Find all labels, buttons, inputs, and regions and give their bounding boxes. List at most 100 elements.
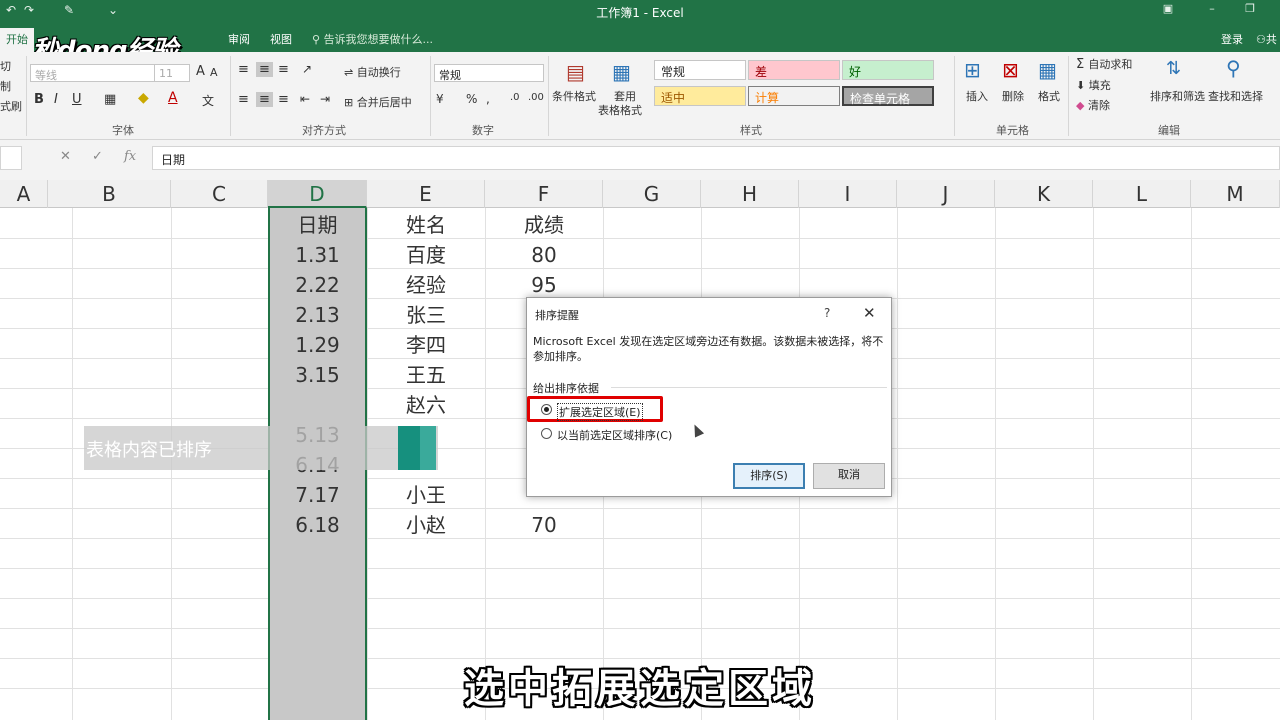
cell-date[interactable]: 6.18: [268, 510, 367, 540]
current-selection-radio[interactable]: [541, 428, 552, 439]
cell-date[interactable]: 7.17: [268, 480, 367, 510]
cell-name[interactable]: 赵六: [367, 390, 485, 420]
currency-icon[interactable]: ¥: [436, 92, 444, 106]
font-size-select[interactable]: 11: [154, 64, 190, 82]
align-center-icon[interactable]: ≡: [256, 92, 273, 107]
underline-icon[interactable]: U: [72, 92, 82, 107]
cut-label[interactable]: 切: [0, 58, 11, 74]
help-icon[interactable]: ?: [824, 306, 830, 320]
style-bad[interactable]: 差: [748, 60, 840, 80]
cell-date[interactable]: 1.31: [268, 240, 367, 270]
increase-decimal-icon[interactable]: .0: [510, 92, 520, 103]
comma-icon[interactable]: ,: [486, 92, 490, 106]
percent-icon[interactable]: %: [466, 92, 477, 106]
cell-name[interactable]: 张三: [367, 300, 485, 330]
column-header-i[interactable]: I: [799, 180, 897, 208]
insert-function-icon[interactable]: fx: [124, 149, 136, 164]
align-bottom-icon[interactable]: ≡: [278, 62, 289, 77]
clear-button[interactable]: ◆ 清除: [1076, 97, 1110, 113]
cell-name[interactable]: 小王: [367, 480, 485, 510]
cell-date[interactable]: 2.13: [268, 300, 367, 330]
confirm-entry-icon[interactable]: ✓: [92, 149, 103, 164]
column-header-d[interactable]: D: [268, 180, 367, 208]
insert-button[interactable]: 插入: [966, 88, 988, 104]
decrease-font-icon[interactable]: A: [210, 66, 218, 79]
font-color-icon[interactable]: A: [168, 90, 178, 106]
ribbon-display-icon[interactable]: ▣: [1160, 2, 1176, 18]
decrease-decimal-icon[interactable]: .00: [528, 92, 544, 103]
expand-selection-radio[interactable]: [541, 404, 552, 415]
style-neutral[interactable]: 适中: [654, 86, 746, 106]
sort-filter-button[interactable]: 排序和筛选: [1150, 88, 1205, 104]
close-icon[interactable]: ✕: [863, 304, 876, 322]
find-select-button[interactable]: 查找和选择: [1208, 88, 1263, 104]
autosum-button[interactable]: Σ 自动求和: [1076, 56, 1132, 72]
sort-button[interactable]: 排序(S): [733, 463, 805, 489]
column-header-l[interactable]: L: [1093, 180, 1191, 208]
merge-center-button[interactable]: ⊞ 合并后居中: [344, 94, 412, 110]
cell-f1[interactable]: 成绩: [485, 210, 603, 240]
delete-button[interactable]: 删除: [1002, 88, 1024, 104]
column-header-a[interactable]: A: [0, 180, 48, 208]
decrease-indent-icon[interactable]: ⇤: [300, 92, 310, 106]
name-box[interactable]: [0, 146, 22, 170]
wrap-text-button[interactable]: ⇌ 自动换行: [344, 64, 401, 80]
fill-button[interactable]: ⬇ 填充: [1076, 77, 1111, 93]
formula-input[interactable]: 日期: [152, 146, 1280, 170]
style-calc[interactable]: 计算: [748, 86, 840, 106]
tab-view[interactable]: 视图: [270, 31, 292, 47]
align-middle-icon[interactable]: ≡: [256, 62, 273, 77]
expand-selection-label[interactable]: 扩展选定区域(E): [557, 403, 643, 421]
column-header-j[interactable]: J: [897, 180, 995, 208]
column-header-e[interactable]: E: [367, 180, 485, 208]
cell-score[interactable]: 70: [485, 510, 603, 540]
tell-me-search[interactable]: ⚲ 告诉我您想要做什么...: [312, 31, 433, 47]
number-format-select[interactable]: 常规: [434, 64, 544, 82]
italic-icon[interactable]: I: [54, 92, 58, 107]
column-header-g[interactable]: G: [603, 180, 701, 208]
restore-icon[interactable]: ❐: [1242, 2, 1258, 18]
format-button[interactable]: 格式: [1038, 88, 1060, 104]
border-icon[interactable]: ▦: [104, 92, 116, 107]
conditional-format-button[interactable]: 条件格式: [552, 88, 596, 104]
column-header-c[interactable]: C: [171, 180, 268, 208]
share-button[interactable]: ⚇共: [1256, 31, 1277, 47]
cell-name[interactable]: 小赵: [367, 510, 485, 540]
align-left-icon[interactable]: ≡: [238, 92, 249, 107]
cell-name[interactable]: 李四: [367, 330, 485, 360]
minimize-icon[interactable]: –: [1204, 2, 1220, 18]
cancel-entry-icon[interactable]: ✕: [60, 149, 71, 164]
style-good[interactable]: 好: [842, 60, 934, 80]
cell-date[interactable]: 3.15: [268, 360, 367, 390]
align-right-icon[interactable]: ≡: [278, 92, 289, 107]
column-header-h[interactable]: H: [701, 180, 799, 208]
cell-name[interactable]: 百度: [367, 240, 485, 270]
cell-name[interactable]: 经验: [367, 270, 485, 300]
column-header-m[interactable]: M: [1191, 180, 1280, 208]
column-header-f[interactable]: F: [485, 180, 603, 208]
format-painter-label[interactable]: 式刷: [0, 98, 22, 114]
increase-font-icon[interactable]: A: [196, 64, 205, 79]
cell-name[interactable]: 王五: [367, 360, 485, 390]
cell-date[interactable]: 2.22: [268, 270, 367, 300]
copy-label[interactable]: 制: [0, 78, 11, 94]
style-check[interactable]: 检查单元格: [842, 86, 934, 106]
column-header-k[interactable]: K: [995, 180, 1093, 208]
fill-color-icon[interactable]: ◆: [138, 90, 149, 106]
table-format-button-2[interactable]: 表格格式: [598, 102, 642, 118]
style-normal[interactable]: 常规: [654, 60, 746, 80]
tab-review[interactable]: 审阅: [228, 31, 250, 47]
cell-d1[interactable]: 日期: [268, 210, 367, 240]
cell-e1[interactable]: 姓名: [367, 210, 485, 240]
increase-indent-icon[interactable]: ⇥: [320, 92, 330, 106]
align-top-icon[interactable]: ≡: [238, 62, 249, 77]
column-header-b[interactable]: B: [48, 180, 171, 208]
login-link[interactable]: 登录: [1221, 31, 1243, 47]
phonetic-icon[interactable]: 文: [202, 92, 214, 109]
cell-score[interactable]: 95: [485, 270, 603, 300]
cell-score[interactable]: 80: [485, 240, 603, 270]
bold-icon[interactable]: B: [34, 92, 44, 107]
orientation-icon[interactable]: ↗: [302, 62, 312, 76]
cancel-button[interactable]: 取消: [813, 463, 885, 489]
current-selection-label[interactable]: 以当前选定区域排序(C): [557, 427, 672, 443]
